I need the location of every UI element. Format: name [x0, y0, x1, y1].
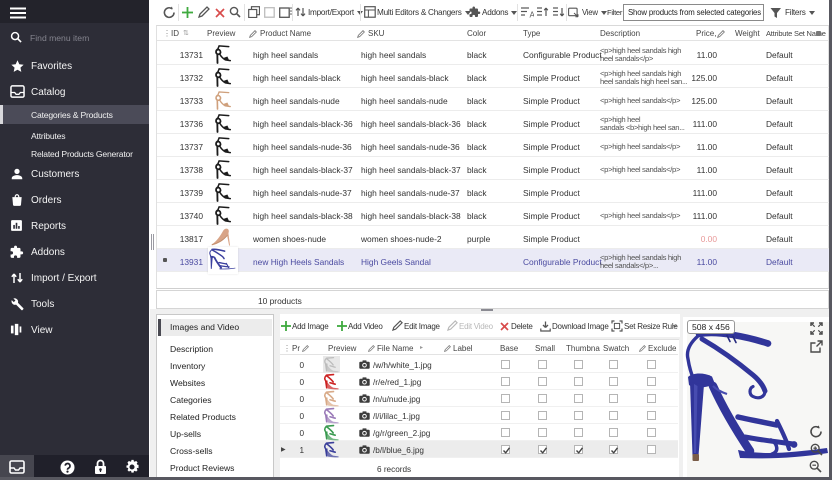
- svg-text:A: A: [530, 11, 535, 19]
